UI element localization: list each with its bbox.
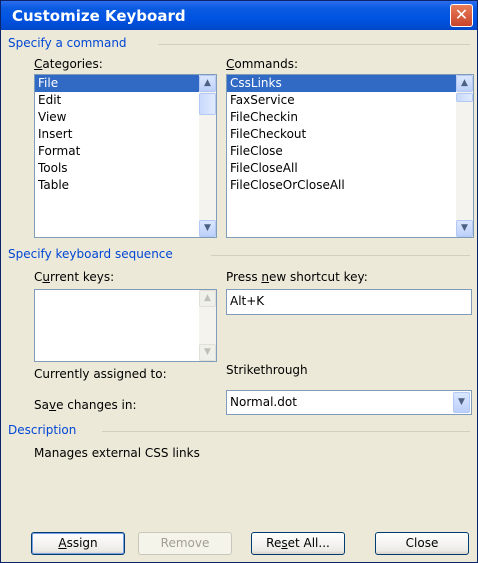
commands-listbox[interactable]: CssLinks FaxService FileCheckin FileCheckou…	[226, 74, 474, 238]
list-item[interactable]: FileCheckout	[227, 126, 473, 143]
save-changes-label: Save changes in:	[34, 398, 137, 412]
commands-scrollbar[interactable]: ▲ ▼	[456, 75, 473, 237]
save-changes-value: Normal.dot	[230, 395, 297, 409]
keyboard-sequence-heading: Specify keyboard sequence	[8, 247, 173, 261]
list-item[interactable]: Tools	[35, 160, 216, 177]
list-item[interactable]: Insert	[35, 126, 216, 143]
description-text: Manages external CSS links	[34, 446, 200, 460]
list-item[interactable]: FileCheckin	[227, 109, 473, 126]
categories-listbox[interactable]: File Edit View Insert Format Tools Table ▲ ▼	[34, 74, 217, 238]
assigned-to-value: Strikethrough	[226, 363, 308, 377]
categories-label: Categories:	[34, 57, 103, 71]
scroll-down-icon[interactable]: ▼	[199, 220, 216, 237]
list-item[interactable]: CssLinks	[227, 75, 473, 92]
remove-button[interactable]: Remove	[138, 532, 232, 555]
title-bar[interactable]: Customize Keyboard ✕	[1, 1, 477, 30]
assign-button[interactable]: Assign	[31, 532, 125, 555]
description-heading: Description	[8, 423, 77, 437]
specify-command-group: Specify a command	[8, 36, 470, 50]
scroll-up-icon: ▲	[199, 290, 216, 307]
new-shortcut-input[interactable]: Alt+K	[226, 289, 472, 315]
section-divider	[102, 431, 470, 432]
commands-label: Commands:	[226, 57, 298, 71]
scroll-up-icon[interactable]: ▲	[456, 75, 473, 92]
keyboard-sequence-group: Specify keyboard sequence	[8, 247, 470, 261]
close-button[interactable]: Close	[375, 532, 469, 555]
current-keys-label: Current keys:	[34, 270, 115, 284]
scroll-down-icon[interactable]: ▼	[456, 220, 473, 237]
section-divider	[158, 44, 470, 45]
scroll-down-icon: ▼	[199, 344, 216, 361]
customize-keyboard-dialog: Customize Keyboard ✕ Specify a command C…	[0, 0, 478, 563]
list-item[interactable]: FaxService	[227, 92, 473, 109]
list-item[interactable]: View	[35, 109, 216, 126]
current-keys-scrollbar: ▲ ▼	[199, 290, 216, 361]
section-divider	[211, 255, 470, 256]
list-item[interactable]: FileCloseAll	[227, 160, 473, 177]
list-item[interactable]: Edit	[35, 92, 216, 109]
scroll-thumb[interactable]	[199, 93, 216, 115]
list-item[interactable]: FileCloseOrCloseAll	[227, 177, 473, 194]
chevron-down-icon[interactable]: ▼	[453, 392, 470, 413]
list-item[interactable]: Table	[35, 177, 216, 194]
description-group: Description	[8, 423, 470, 437]
specify-command-heading: Specify a command	[8, 36, 127, 50]
reset-all-button[interactable]: Reset All...	[251, 532, 345, 555]
dialog-title: Customize Keyboard	[12, 7, 186, 25]
assigned-to-label: Currently assigned to:	[34, 367, 167, 381]
list-item[interactable]: FileClose	[227, 143, 473, 160]
scroll-up-icon[interactable]: ▲	[199, 75, 216, 92]
list-item[interactable]: Format	[35, 143, 216, 160]
close-icon[interactable]: ✕	[450, 4, 473, 27]
list-item[interactable]: File	[35, 75, 216, 92]
scroll-thumb[interactable]	[456, 93, 473, 102]
new-shortcut-label: Press new shortcut key:	[226, 270, 368, 284]
categories-scrollbar[interactable]: ▲ ▼	[199, 75, 216, 237]
save-changes-select[interactable]: Normal.dot ▼	[226, 390, 472, 415]
current-keys-listbox[interactable]: ▲ ▼	[34, 289, 217, 362]
